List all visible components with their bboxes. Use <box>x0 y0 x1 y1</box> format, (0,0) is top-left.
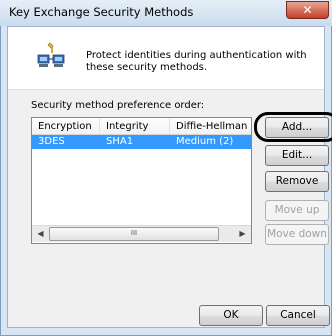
header-description: Protect identities during authentication… <box>86 50 307 73</box>
scroll-right-arrow-icon[interactable]: ▶ <box>234 226 251 242</box>
list-row-selected[interactable]: 3DES SHA1 Medium (2) <box>32 135 251 149</box>
scrollbar-thumb[interactable]: III <box>49 227 219 241</box>
scroll-left-arrow-icon[interactable]: ◀ <box>32 226 49 242</box>
cell-integrity: SHA1 <box>106 136 134 147</box>
add-button[interactable]: Add... <box>265 117 329 138</box>
scroll-grip-icon: III <box>130 229 138 237</box>
move-down-button[interactable]: Move down <box>265 224 329 245</box>
key-exchange-computers-icon <box>37 42 65 67</box>
column-header-diffie-hellman[interactable]: Diffie-Hellman ... <box>170 118 251 135</box>
list-label: Security method preference order: <box>31 100 205 111</box>
remove-button[interactable]: Remove <box>265 171 329 192</box>
cell-diffie-hellman: Medium (2) <box>176 136 234 147</box>
cancel-button[interactable]: Cancel <box>266 305 330 326</box>
horizontal-scrollbar[interactable]: ◀ III ▶ <box>32 225 251 242</box>
close-icon: ✕ <box>302 3 313 17</box>
cell-encryption: 3DES <box>38 136 65 147</box>
move-up-button[interactable]: Move up <box>265 200 329 221</box>
ok-button[interactable]: OK <box>199 305 263 326</box>
column-header-integrity[interactable]: Integrity <box>100 118 170 135</box>
window-title: Key Exchange Security Methods <box>9 5 194 19</box>
edit-button[interactable]: Edit... <box>265 145 329 166</box>
close-button[interactable]: ✕ <box>286 1 329 19</box>
column-header-encryption[interactable]: Encryption <box>32 118 100 135</box>
